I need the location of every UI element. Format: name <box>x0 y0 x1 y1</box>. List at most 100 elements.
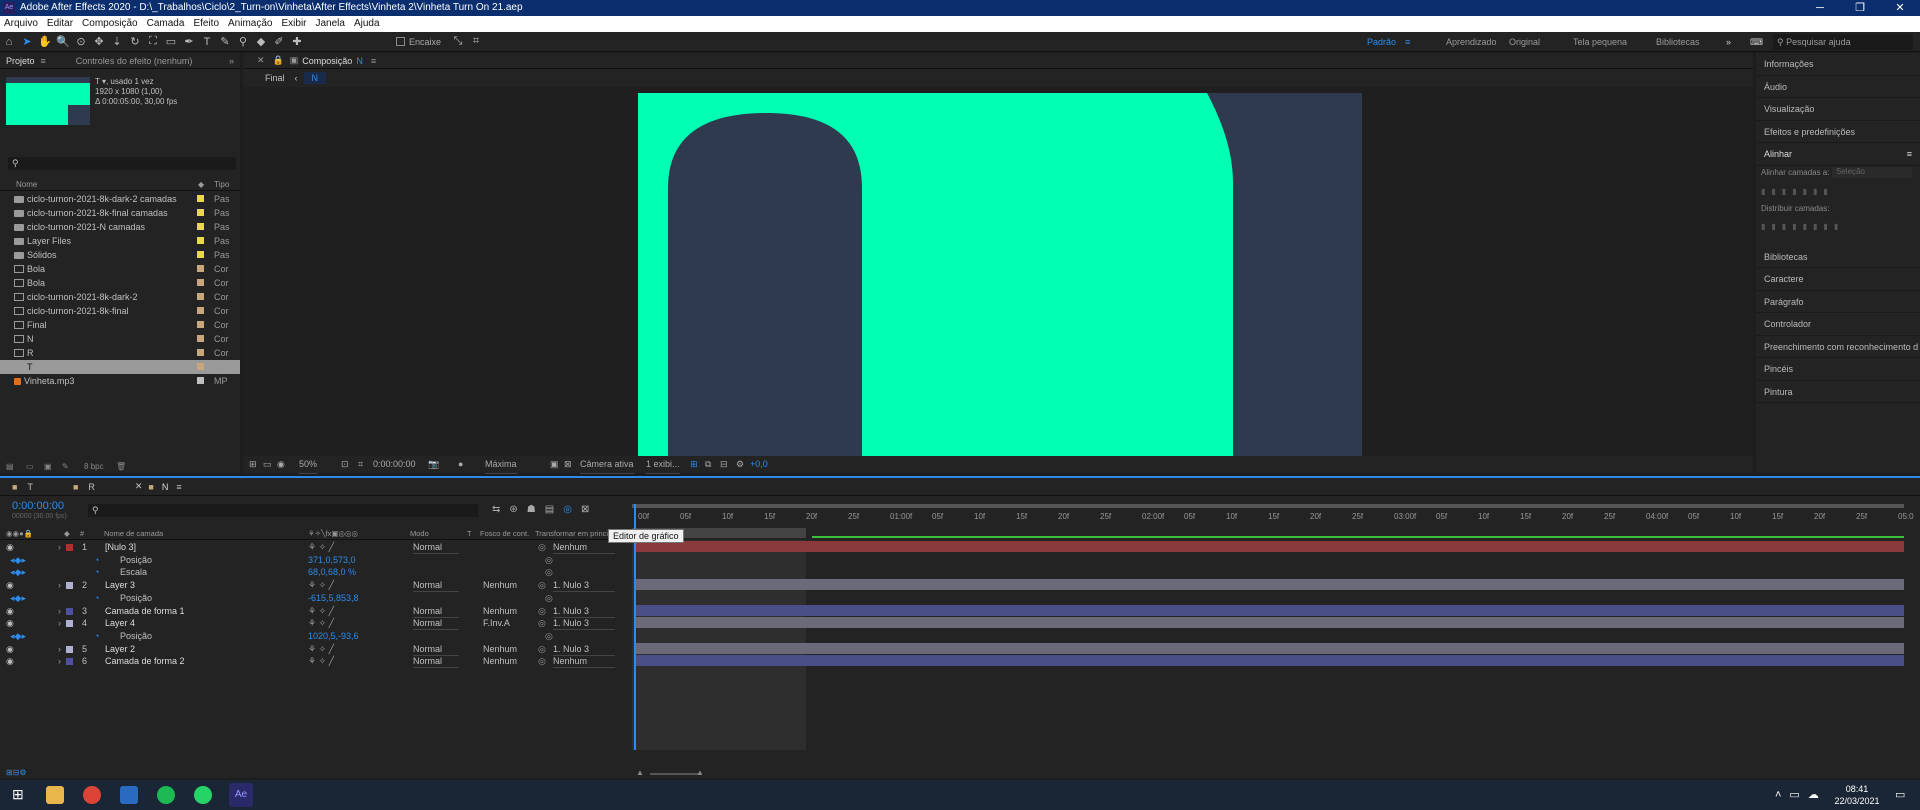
tab-projeto[interactable]: Projeto <box>6 56 35 66</box>
snap-edges-icon[interactable]: ⤡ <box>449 35 467 48</box>
pickwhip-icon[interactable]: ◎ <box>538 579 546 591</box>
expression-pickwhip-icon[interactable]: ◎ <box>545 592 553 604</box>
eye-icon[interactable]: ◉ <box>6 541 14 553</box>
layer-name[interactable]: Layer 3 <box>105 579 135 591</box>
flowchart-icon[interactable]: ⧉ <box>705 456 711 473</box>
layer-name[interactable]: Camada de forma 2 <box>105 655 185 667</box>
project-item[interactable]: ciclo-turnon-2021-8k-dark-2 Cor <box>0 290 240 304</box>
layer-switches-icon[interactable]: ⚘ ✧ ╱ <box>308 617 334 629</box>
quality-select[interactable]: Máxima <box>485 456 517 474</box>
layer-mode-select[interactable]: Normal <box>413 643 459 656</box>
keyboard-icon[interactable]: ⌨ <box>1750 32 1763 52</box>
eye-icon[interactable]: ◉ <box>6 579 14 591</box>
pan-tool-icon[interactable]: ✥ <box>90 35 108 48</box>
keyframe-nav-icon[interactable]: ◂◆▸ <box>10 592 26 604</box>
time-ruler[interactable]: 00f 05f 10f 15f 20f 25f 01:00f 05f 10f 15f 20f 25f 0… <box>632 504 1920 528</box>
toggle-switches-icon[interactable]: ⊞⊟⚙ <box>6 768 27 777</box>
align-to-select[interactable]: Seleção <box>1832 166 1912 178</box>
layer-matte-select[interactable]: F.Inv.A <box>483 617 525 629</box>
home-icon[interactable]: ⌂ <box>0 36 18 48</box>
distribute-buttons[interactable]: ▮▮▮▮▮▮▮▮ <box>1761 222 1844 231</box>
close-tab-icon[interactable]: ✕ <box>257 55 265 66</box>
header-matte[interactable]: Fosco de cont. <box>480 528 529 540</box>
timeline-tab-t[interactable]: T <box>27 482 33 492</box>
layer-switches-icon[interactable]: ⚘ ✧ ╱ <box>308 579 334 591</box>
layer-switches-icon[interactable]: ⚘ ✧ ╱ <box>308 655 334 667</box>
label-color-swatch[interactable] <box>197 377 204 384</box>
roto-tool-icon[interactable]: ✐ <box>270 35 288 48</box>
layer-label-swatch[interactable] <box>66 582 73 590</box>
stopwatch-icon[interactable]: ◔ <box>94 566 99 578</box>
label-color-swatch[interactable] <box>197 279 204 286</box>
panel-informacoes[interactable]: Informações <box>1756 53 1920 76</box>
panel-pintura[interactable]: Pintura <box>1756 381 1920 403</box>
panel-pinceis[interactable]: Pincéis <box>1756 358 1920 381</box>
project-menu-icon[interactable]: ≡ <box>41 56 46 66</box>
menu-janela[interactable]: Janela <box>316 16 345 32</box>
label-color-swatch[interactable] <box>197 307 204 314</box>
label-color-swatch[interactable] <box>197 321 204 328</box>
menu-editar[interactable]: Editar <box>47 16 73 32</box>
preview-icon[interactable]: ▭ <box>263 456 272 473</box>
project-item[interactable]: Bola Cor <box>0 262 240 276</box>
zoom-out-icon[interactable]: ▲ <box>636 768 644 777</box>
pickwhip-icon[interactable]: ◎ <box>538 655 546 667</box>
rect-tool-icon[interactable]: ▭ <box>162 35 180 48</box>
pickwhip-icon[interactable]: ◎ <box>538 617 546 629</box>
menu-camada[interactable]: Camada <box>147 16 185 32</box>
layer-name[interactable]: Layer 2 <box>105 643 135 655</box>
property-row[interactable]: ◂◆▸ ◔ Posição 371,0,573,0 ◎ <box>0 554 630 566</box>
brush-tool-icon[interactable]: ✎ <box>216 35 234 48</box>
exposure-value[interactable]: +0,0 <box>750 456 768 473</box>
label-color-swatch[interactable] <box>197 237 204 244</box>
label-color-swatch[interactable] <box>197 349 204 356</box>
project-item[interactable]: R Cor <box>0 346 240 360</box>
rotate-tool-icon[interactable]: ↻ <box>126 35 144 48</box>
project-search-input[interactable]: ⚲ <box>8 157 236 170</box>
project-item[interactable]: Vinheta.mp3 MP <box>0 374 240 388</box>
menu-exibir[interactable]: Exibir <box>281 16 306 32</box>
snap-features-icon[interactable]: ⌗ <box>467 35 485 48</box>
tray-icons[interactable]: ˄▭☁ <box>1775 788 1827 801</box>
maximize-icon[interactable]: ❐ <box>1840 0 1880 16</box>
label-color-swatch[interactable] <box>197 363 204 370</box>
keyframe-nav-icon[interactable]: ◂◆▸ <box>10 554 26 566</box>
draft3d-icon[interactable]: ⊟ <box>720 456 728 473</box>
resolution-icon[interactable]: ⊞ <box>249 456 257 473</box>
label-color-swatch[interactable] <box>197 251 204 258</box>
layer-row[interactable]: ◉ › 1 [Nulo 3] ⚘ ✧ ╱ Normal ◎ Nenhum <box>0 541 630 554</box>
panel-paragrafo[interactable]: Parágrafo <box>1756 291 1920 313</box>
layer-parent-select[interactable]: Nenhum <box>553 541 615 554</box>
puppet-tool-icon[interactable]: ✚ <box>288 35 306 48</box>
whatsapp-icon[interactable] <box>194 786 212 804</box>
draft-icon[interactable]: ⇆ <box>492 504 509 515</box>
breadcrumb-n[interactable]: N <box>303 72 327 84</box>
windows-start-icon[interactable]: ⊞ <box>12 786 24 803</box>
layer-matte-select[interactable]: Nenhum <box>483 643 525 655</box>
project-item[interactable]: Bola Cor <box>0 276 240 290</box>
hand-tool-icon[interactable]: ✋ <box>36 35 54 48</box>
workspace-aprendizado[interactable]: Aprendizado <box>1446 32 1497 52</box>
frame-blend-icon[interactable]: ⊛ <box>509 504 526 515</box>
project-item[interactable]: Sólidos Pas <box>0 248 240 262</box>
stopwatch-icon[interactable]: ◔ <box>94 630 99 642</box>
snapshot-icon[interactable]: 📷 <box>428 456 439 473</box>
shy-icon[interactable]: ☗ <box>527 504 545 515</box>
label-color-swatch[interactable] <box>197 265 204 272</box>
comp-canvas[interactable] <box>638 93 1362 456</box>
col-type[interactable]: Tipo <box>214 179 229 191</box>
expand-chevron-icon[interactable]: › <box>58 541 61 553</box>
expand-chevron-icon[interactable]: › <box>58 655 61 667</box>
header-t[interactable]: T <box>467 528 472 540</box>
layer-row[interactable]: ◉ › 3 Camada de forma 1 ⚘ ✧ ╱ Normal Nenhum ◎ 1.… <box>0 605 630 618</box>
workspace-padrao[interactable]: Padrão <box>1367 32 1396 52</box>
project-item[interactable]: N Cor <box>0 332 240 346</box>
label-color-swatch[interactable] <box>197 223 204 230</box>
region-icon[interactable]: ▣ <box>550 456 559 473</box>
eye-icon[interactable]: ◉ <box>6 643 14 655</box>
property-value[interactable]: -615,5,853,8 <box>308 592 359 604</box>
keyframe-nav-icon[interactable]: ◂◆▸ <box>10 630 26 642</box>
comp-tab-name[interactable]: N <box>356 56 363 66</box>
expand-chevron-icon[interactable]: › <box>58 643 61 655</box>
mask-icon[interactable]: ◉ <box>277 456 285 473</box>
